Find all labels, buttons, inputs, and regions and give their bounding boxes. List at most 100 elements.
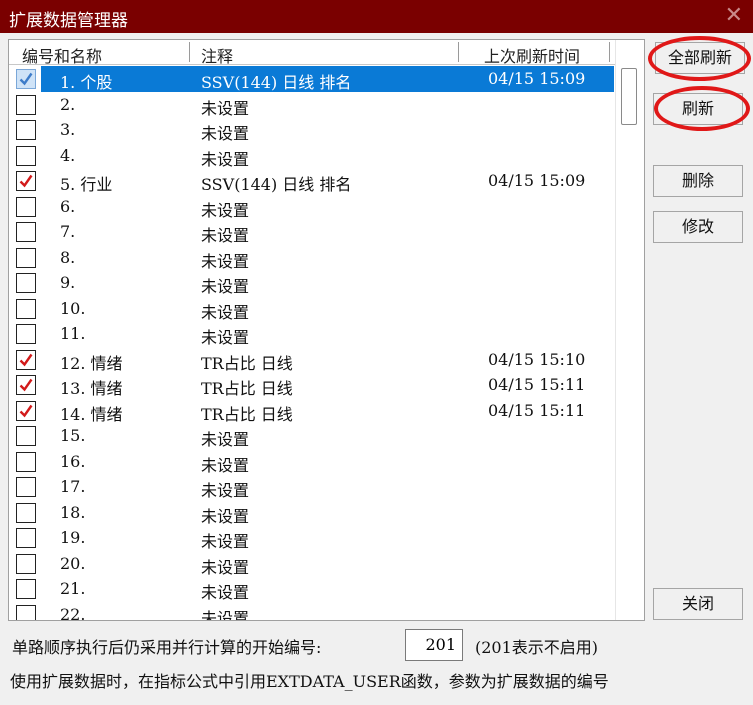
row-checkbox[interactable] bbox=[16, 604, 36, 620]
extdata-list[interactable]: 编号和名称 注释 上次刷新时间 1. 个股 SSV(144) 日线 排名 04/15… bbox=[8, 39, 645, 621]
row-note: 未设置 bbox=[201, 583, 250, 602]
list-row[interactable]: 21. 未设置 bbox=[9, 576, 615, 602]
row-checkbox[interactable] bbox=[16, 553, 36, 574]
close-button[interactable]: 关闭 bbox=[653, 588, 743, 620]
row-note: SSV(144) 日线 排名 bbox=[201, 175, 352, 194]
column-divider[interactable] bbox=[458, 42, 459, 62]
row-checkbox[interactable] bbox=[16, 222, 36, 242]
row-note: TR占比 日线 bbox=[201, 379, 293, 398]
row-checkbox[interactable] bbox=[16, 273, 36, 293]
row-note: 未设置 bbox=[201, 149, 250, 169]
row-note: 未设置 bbox=[201, 532, 250, 551]
checkmark-icon bbox=[19, 404, 33, 417]
close-icon[interactable]: ✕ bbox=[725, 3, 743, 28]
row-name: 22. bbox=[60, 604, 86, 621]
row-name: 15. bbox=[60, 426, 86, 445]
row-note: TR占比 日线 bbox=[201, 404, 293, 424]
row-time: 04/15 15:11 bbox=[488, 400, 586, 420]
row-name: 19. bbox=[60, 528, 86, 547]
row-checkbox[interactable] bbox=[16, 375, 36, 395]
row-name: 18. bbox=[60, 502, 86, 522]
row-checkbox[interactable] bbox=[16, 477, 36, 497]
row-checkbox[interactable] bbox=[16, 451, 36, 472]
title-bar[interactable]: 扩展数据管理器 ✕ bbox=[0, 0, 753, 33]
row-checkbox[interactable] bbox=[16, 120, 36, 140]
list-row[interactable]: 22. 未设置 bbox=[9, 602, 615, 621]
row-checkbox[interactable] bbox=[16, 400, 36, 421]
refresh-all-button[interactable]: 全部刷新 bbox=[655, 42, 745, 74]
row-note: 未设置 bbox=[201, 608, 250, 621]
list-row[interactable]: 8. 未设置 bbox=[9, 245, 615, 271]
row-name: 17. bbox=[60, 477, 86, 496]
modify-button[interactable]: 修改 bbox=[653, 211, 743, 243]
row-note: 未设置 bbox=[201, 226, 250, 245]
row-note: 未设置 bbox=[201, 430, 250, 449]
row-note: 未设置 bbox=[201, 98, 250, 118]
row-note: 未设置 bbox=[201, 302, 250, 322]
list-row[interactable]: 11. 未设置 bbox=[9, 321, 615, 347]
column-divider[interactable] bbox=[189, 42, 190, 62]
list-row[interactable]: 3. 未设置 bbox=[9, 117, 615, 143]
row-checkbox[interactable] bbox=[16, 324, 36, 344]
row-note: 未设置 bbox=[201, 481, 250, 500]
list-row[interactable]: 15. 未设置 bbox=[9, 423, 615, 449]
row-checkbox[interactable] bbox=[16, 579, 36, 599]
column-divider[interactable] bbox=[609, 42, 610, 62]
vertical-scrollbar[interactable] bbox=[615, 40, 644, 620]
window-title: 扩展数据管理器 bbox=[9, 11, 128, 31]
row-note: SSV(144) 日线 排名 bbox=[201, 73, 352, 92]
list-row[interactable]: 2. 未设置 bbox=[9, 92, 615, 118]
checkmark-icon bbox=[19, 72, 33, 86]
row-note: 未设置 bbox=[201, 328, 250, 347]
list-row[interactable]: 17. 未设置 bbox=[9, 474, 615, 500]
list-row[interactable]: 1. 个股 SSV(144) 日线 排名 04/15 15:09 bbox=[9, 66, 615, 92]
row-name: 21. bbox=[60, 579, 86, 598]
row-name: 5. 行业 bbox=[60, 175, 113, 194]
row-name: 11. bbox=[60, 324, 86, 343]
list-row[interactable]: 19. 未设置 bbox=[9, 525, 615, 551]
list-row[interactable]: 14. 情绪 TR占比 日线 04/15 15:11 bbox=[9, 398, 615, 424]
row-checkbox[interactable] bbox=[16, 247, 36, 268]
row-name: 6. bbox=[60, 196, 76, 216]
row-checkbox[interactable] bbox=[16, 69, 36, 89]
list-row[interactable]: 7. 未设置 bbox=[9, 219, 615, 245]
row-checkbox[interactable] bbox=[16, 349, 36, 370]
list-row[interactable]: 20. 未设置 bbox=[9, 551, 615, 577]
row-time: 04/15 15:11 bbox=[488, 375, 586, 394]
list-row[interactable]: 4. 未设置 bbox=[9, 143, 615, 169]
row-checkbox[interactable] bbox=[16, 528, 36, 548]
list-row[interactable]: 6. 未设置 bbox=[9, 194, 615, 220]
column-header-note[interactable]: 注释 bbox=[201, 43, 233, 67]
column-header-time[interactable]: 上次刷新时间 bbox=[484, 43, 580, 67]
list-row[interactable]: 13. 情绪 TR占比 日线 04/15 15:11 bbox=[9, 372, 615, 398]
refresh-button[interactable]: 刷新 bbox=[653, 93, 743, 125]
row-time: 04/15 15:10 bbox=[488, 349, 586, 369]
row-note: TR占比 日线 bbox=[201, 353, 293, 373]
row-checkbox[interactable] bbox=[16, 426, 36, 446]
row-checkbox[interactable] bbox=[16, 94, 36, 115]
list-row[interactable]: 16. 未设置 bbox=[9, 449, 615, 475]
row-name: 3. bbox=[60, 120, 76, 139]
row-name: 10. bbox=[60, 298, 86, 318]
checkmark-icon bbox=[19, 378, 33, 392]
list-row[interactable]: 12. 情绪 TR占比 日线 04/15 15:10 bbox=[9, 347, 615, 373]
parallel-start-input[interactable]: 201 bbox=[405, 629, 463, 661]
row-name: 9. bbox=[60, 273, 76, 292]
list-row[interactable]: 5. 行业 SSV(144) 日线 排名 04/15 15:09 bbox=[9, 168, 615, 194]
row-checkbox[interactable] bbox=[16, 171, 36, 191]
row-checkbox[interactable] bbox=[16, 298, 36, 319]
row-checkbox[interactable] bbox=[16, 196, 36, 217]
list-row[interactable]: 18. 未设置 bbox=[9, 500, 615, 526]
row-name: 1. 个股 bbox=[60, 73, 113, 92]
delete-button[interactable]: 删除 bbox=[653, 165, 743, 197]
row-checkbox[interactable] bbox=[16, 502, 36, 523]
row-note: 未设置 bbox=[201, 124, 250, 143]
column-header-name[interactable]: 编号和名称 bbox=[22, 43, 102, 67]
row-checkbox[interactable] bbox=[16, 145, 36, 166]
row-time: 04/15 15:09 bbox=[488, 69, 586, 88]
list-row[interactable]: 10. 未设置 bbox=[9, 296, 615, 322]
list-rows: 1. 个股 SSV(144) 日线 排名 04/15 15:09 2. 未设置 3. 未设置… bbox=[9, 66, 615, 621]
scrollbar-thumb[interactable] bbox=[621, 68, 637, 125]
row-name: 8. bbox=[60, 247, 76, 267]
list-row[interactable]: 9. 未设置 bbox=[9, 270, 615, 296]
